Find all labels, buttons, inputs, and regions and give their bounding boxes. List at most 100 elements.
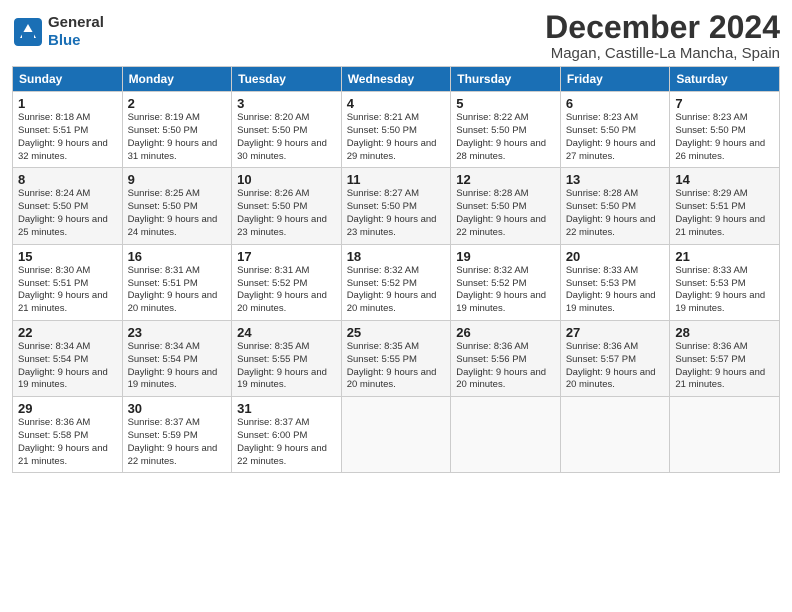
calendar-cell-w1-d6: 6Sunrise: 8:23 AM Sunset: 5:50 PM Daylig… (560, 92, 670, 168)
day-info: Sunrise: 8:35 AM Sunset: 5:55 PM Dayligh… (237, 341, 336, 392)
day-number: 9 (128, 172, 227, 187)
day-number: 16 (128, 249, 227, 264)
day-info: Sunrise: 8:29 AM Sunset: 5:51 PM Dayligh… (675, 188, 774, 239)
calendar-week-5: 29Sunrise: 8:36 AM Sunset: 5:58 PM Dayli… (13, 397, 780, 473)
day-info: Sunrise: 8:26 AM Sunset: 5:50 PM Dayligh… (237, 188, 336, 239)
day-info: Sunrise: 8:28 AM Sunset: 5:50 PM Dayligh… (566, 188, 665, 239)
col-tuesday: Tuesday (232, 67, 342, 92)
calendar-cell-w4-d6: 27Sunrise: 8:36 AM Sunset: 5:57 PM Dayli… (560, 320, 670, 396)
calendar-cell-w1-d2: 2Sunrise: 8:19 AM Sunset: 5:50 PM Daylig… (122, 92, 232, 168)
day-number: 12 (456, 172, 555, 187)
day-number: 13 (566, 172, 665, 187)
day-info: Sunrise: 8:25 AM Sunset: 5:50 PM Dayligh… (128, 188, 227, 239)
day-info: Sunrise: 8:23 AM Sunset: 5:50 PM Dayligh… (675, 112, 774, 163)
calendar-cell-w1-d5: 5Sunrise: 8:22 AM Sunset: 5:50 PM Daylig… (451, 92, 561, 168)
day-info: Sunrise: 8:28 AM Sunset: 5:50 PM Dayligh… (456, 188, 555, 239)
day-number: 4 (347, 96, 446, 111)
day-number: 29 (18, 401, 117, 416)
day-number: 28 (675, 325, 774, 340)
calendar-cell-w2-d6: 13Sunrise: 8:28 AM Sunset: 5:50 PM Dayli… (560, 168, 670, 244)
calendar-cell-w2-d4: 11Sunrise: 8:27 AM Sunset: 5:50 PM Dayli… (341, 168, 451, 244)
calendar-cell-w2-d2: 9Sunrise: 8:25 AM Sunset: 5:50 PM Daylig… (122, 168, 232, 244)
day-number: 19 (456, 249, 555, 264)
calendar-week-3: 15Sunrise: 8:30 AM Sunset: 5:51 PM Dayli… (13, 244, 780, 320)
calendar-cell-w1-d4: 4Sunrise: 8:21 AM Sunset: 5:50 PM Daylig… (341, 92, 451, 168)
calendar-week-2: 8Sunrise: 8:24 AM Sunset: 5:50 PM Daylig… (13, 168, 780, 244)
calendar-cell-w2-d5: 12Sunrise: 8:28 AM Sunset: 5:50 PM Dayli… (451, 168, 561, 244)
calendar-table: Sunday Monday Tuesday Wednesday Thursday… (12, 66, 780, 473)
day-info: Sunrise: 8:32 AM Sunset: 5:52 PM Dayligh… (347, 265, 446, 316)
col-monday: Monday (122, 67, 232, 92)
day-info: Sunrise: 8:32 AM Sunset: 5:52 PM Dayligh… (456, 265, 555, 316)
subtitle: Magan, Castille-La Mancha, Spain (545, 45, 780, 62)
title-block: December 2024 Magan, Castille-La Mancha,… (545, 10, 780, 62)
day-number: 10 (237, 172, 336, 187)
day-info: Sunrise: 8:19 AM Sunset: 5:50 PM Dayligh… (128, 112, 227, 163)
day-info: Sunrise: 8:31 AM Sunset: 5:51 PM Dayligh… (128, 265, 227, 316)
day-number: 21 (675, 249, 774, 264)
day-info: Sunrise: 8:37 AM Sunset: 6:00 PM Dayligh… (237, 417, 336, 468)
col-wednesday: Wednesday (341, 67, 451, 92)
day-number: 23 (128, 325, 227, 340)
header: General Blue December 2024 Magan, Castil… (12, 10, 780, 62)
calendar-cell-w5-d6 (560, 397, 670, 473)
calendar-cell-w5-d3: 31Sunrise: 8:37 AM Sunset: 6:00 PM Dayli… (232, 397, 342, 473)
col-friday: Friday (560, 67, 670, 92)
calendar-cell-w4-d1: 22Sunrise: 8:34 AM Sunset: 5:54 PM Dayli… (13, 320, 123, 396)
day-info: Sunrise: 8:34 AM Sunset: 5:54 PM Dayligh… (128, 341, 227, 392)
col-saturday: Saturday (670, 67, 780, 92)
day-number: 26 (456, 325, 555, 340)
day-number: 8 (18, 172, 117, 187)
calendar-cell-w3-d6: 20Sunrise: 8:33 AM Sunset: 5:53 PM Dayli… (560, 244, 670, 320)
day-info: Sunrise: 8:36 AM Sunset: 5:56 PM Dayligh… (456, 341, 555, 392)
day-number: 14 (675, 172, 774, 187)
main-title: December 2024 (545, 10, 780, 45)
calendar-cell-w4-d2: 23Sunrise: 8:34 AM Sunset: 5:54 PM Dayli… (122, 320, 232, 396)
day-info: Sunrise: 8:27 AM Sunset: 5:50 PM Dayligh… (347, 188, 446, 239)
day-info: Sunrise: 8:34 AM Sunset: 5:54 PM Dayligh… (18, 341, 117, 392)
day-number: 18 (347, 249, 446, 264)
day-info: Sunrise: 8:37 AM Sunset: 5:59 PM Dayligh… (128, 417, 227, 468)
day-number: 25 (347, 325, 446, 340)
main-container: General Blue December 2024 Magan, Castil… (0, 0, 792, 483)
day-info: Sunrise: 8:35 AM Sunset: 5:55 PM Dayligh… (347, 341, 446, 392)
calendar-cell-w3-d2: 16Sunrise: 8:31 AM Sunset: 5:51 PM Dayli… (122, 244, 232, 320)
calendar-cell-w3-d5: 19Sunrise: 8:32 AM Sunset: 5:52 PM Dayli… (451, 244, 561, 320)
day-number: 11 (347, 172, 446, 187)
calendar-header-row: Sunday Monday Tuesday Wednesday Thursday… (13, 67, 780, 92)
calendar-cell-w1-d3: 3Sunrise: 8:20 AM Sunset: 5:50 PM Daylig… (232, 92, 342, 168)
day-info: Sunrise: 8:30 AM Sunset: 5:51 PM Dayligh… (18, 265, 117, 316)
calendar-cell-w2-d3: 10Sunrise: 8:26 AM Sunset: 5:50 PM Dayli… (232, 168, 342, 244)
logo-icon (12, 16, 44, 48)
day-number: 20 (566, 249, 665, 264)
day-number: 17 (237, 249, 336, 264)
day-info: Sunrise: 8:24 AM Sunset: 5:50 PM Dayligh… (18, 188, 117, 239)
day-info: Sunrise: 8:33 AM Sunset: 5:53 PM Dayligh… (675, 265, 774, 316)
calendar-week-1: 1Sunrise: 8:18 AM Sunset: 5:51 PM Daylig… (13, 92, 780, 168)
day-info: Sunrise: 8:20 AM Sunset: 5:50 PM Dayligh… (237, 112, 336, 163)
calendar-cell-w3-d1: 15Sunrise: 8:30 AM Sunset: 5:51 PM Dayli… (13, 244, 123, 320)
calendar-cell-w5-d1: 29Sunrise: 8:36 AM Sunset: 5:58 PM Dayli… (13, 397, 123, 473)
day-info: Sunrise: 8:36 AM Sunset: 5:57 PM Dayligh… (675, 341, 774, 392)
day-number: 2 (128, 96, 227, 111)
logo-blue: Blue (48, 32, 81, 49)
calendar-cell-w2-d1: 8Sunrise: 8:24 AM Sunset: 5:50 PM Daylig… (13, 168, 123, 244)
day-number: 27 (566, 325, 665, 340)
logo: General Blue (12, 14, 104, 50)
day-number: 1 (18, 96, 117, 111)
day-number: 30 (128, 401, 227, 416)
day-info: Sunrise: 8:21 AM Sunset: 5:50 PM Dayligh… (347, 112, 446, 163)
day-number: 22 (18, 325, 117, 340)
calendar-cell-w4-d7: 28Sunrise: 8:36 AM Sunset: 5:57 PM Dayli… (670, 320, 780, 396)
day-info: Sunrise: 8:33 AM Sunset: 5:53 PM Dayligh… (566, 265, 665, 316)
calendar-week-4: 22Sunrise: 8:34 AM Sunset: 5:54 PM Dayli… (13, 320, 780, 396)
calendar-cell-w5-d2: 30Sunrise: 8:37 AM Sunset: 5:59 PM Dayli… (122, 397, 232, 473)
day-number: 15 (18, 249, 117, 264)
day-number: 3 (237, 96, 336, 111)
day-number: 7 (675, 96, 774, 111)
calendar-body: 1Sunrise: 8:18 AM Sunset: 5:51 PM Daylig… (13, 92, 780, 473)
day-info: Sunrise: 8:36 AM Sunset: 5:58 PM Dayligh… (18, 417, 117, 468)
day-info: Sunrise: 8:18 AM Sunset: 5:51 PM Dayligh… (18, 112, 117, 163)
calendar-cell-w3-d7: 21Sunrise: 8:33 AM Sunset: 5:53 PM Dayli… (670, 244, 780, 320)
col-thursday: Thursday (451, 67, 561, 92)
